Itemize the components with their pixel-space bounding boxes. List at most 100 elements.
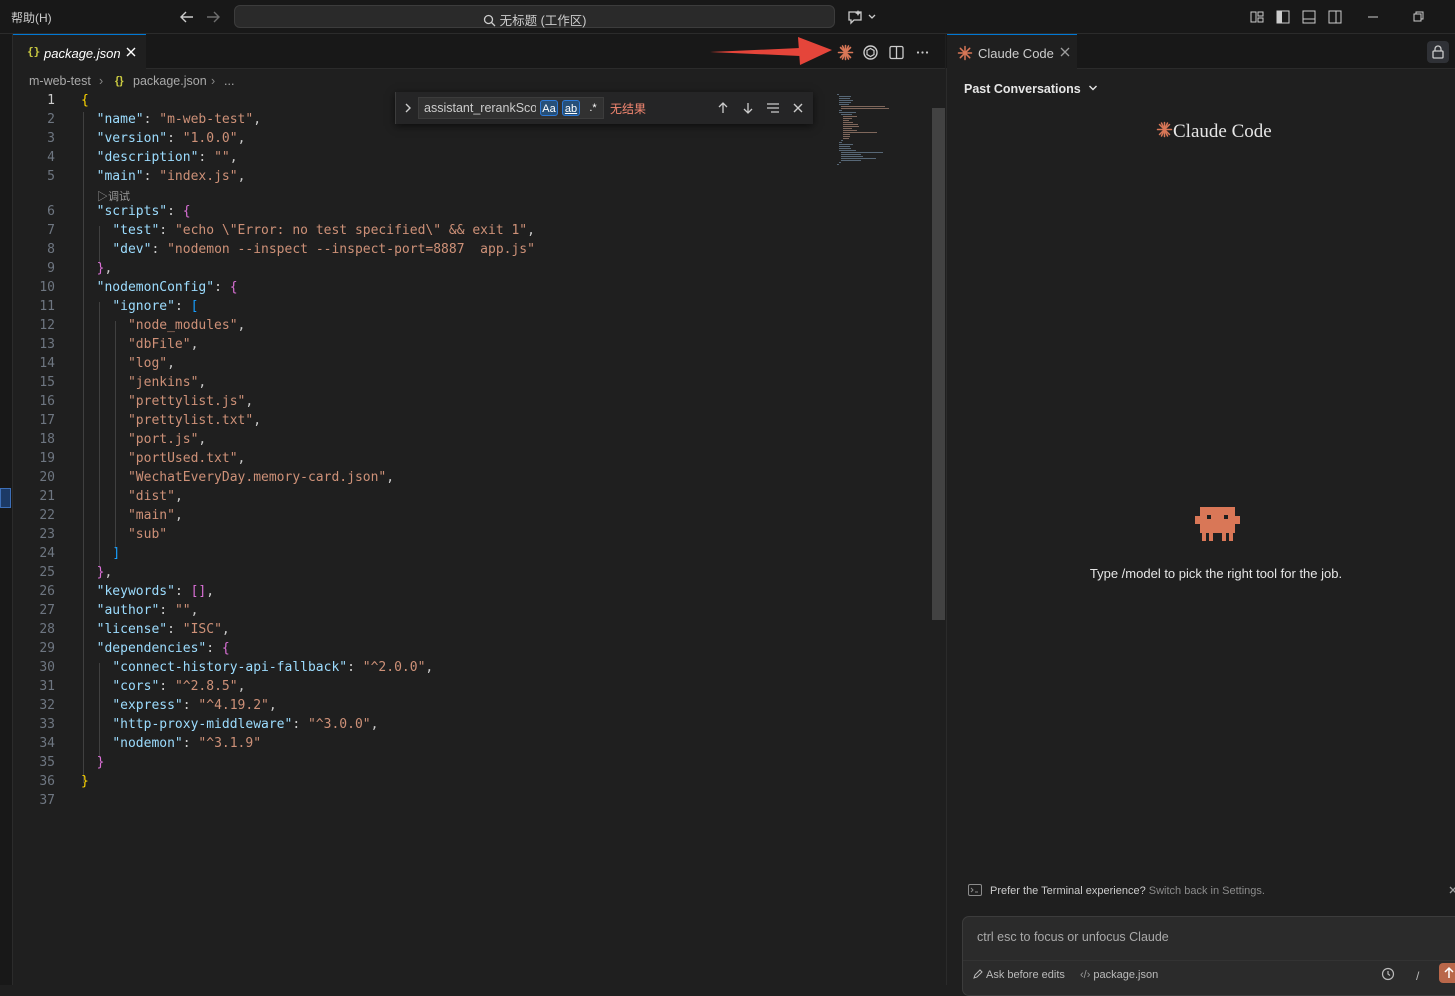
code-line[interactable]: }, [81, 261, 113, 276]
forward-arrow-icon[interactable] [204, 8, 222, 26]
code-line[interactable]: "author": "", [81, 603, 199, 618]
chat-dropdown-icon[interactable] [847, 9, 879, 25]
code-line[interactable]: "jenkins", [81, 375, 206, 390]
find-input[interactable]: assistant_rerankScore Aa ab .* [418, 97, 604, 119]
code-line[interactable]: ] [81, 546, 120, 561]
line-number[interactable]: 33 [13, 717, 55, 732]
code-line[interactable]: "keywords": [], [81, 584, 214, 599]
openai-icon[interactable] [862, 44, 879, 61]
line-number[interactable]: 28 [13, 622, 55, 637]
restore-window-icon[interactable] [1411, 9, 1427, 25]
line-number[interactable]: 3 [13, 131, 55, 146]
minimap[interactable] [833, 92, 931, 172]
code-line[interactable]: "http-proxy-middleware": "^3.0.0", [81, 717, 378, 732]
customize-layout-icon[interactable] [1249, 9, 1265, 25]
code-line[interactable]: "nodemon": "^3.1.9" [81, 736, 261, 751]
line-number[interactable]: 17 [13, 413, 55, 428]
code-line[interactable]: } [81, 755, 105, 770]
back-arrow-icon[interactable] [178, 8, 196, 26]
code-line[interactable]: "version": "1.0.0", [81, 131, 246, 146]
breadcrumb-symbols[interactable]: ... [224, 74, 234, 88]
code-line[interactable]: "main", [81, 508, 183, 523]
edit-mode-toggle[interactable]: Ask before edits [973, 969, 1065, 981]
line-number[interactable]: 16 [13, 394, 55, 409]
line-number[interactable]: 1 [13, 93, 55, 108]
line-number[interactable]: 36 [13, 774, 55, 789]
split-editor-icon[interactable] [888, 44, 905, 61]
line-number[interactable]: 29 [13, 641, 55, 656]
match-case-toggle[interactable]: Aa [540, 100, 558, 116]
regex-toggle[interactable]: .* [584, 100, 602, 116]
line-number[interactable]: 11 [13, 299, 55, 314]
code-line[interactable]: "test": "echo \"Error: no test specified… [81, 223, 535, 238]
line-number[interactable]: 7 [13, 223, 55, 238]
line-number[interactable]: 18 [13, 432, 55, 447]
line-number[interactable]: 35 [13, 755, 55, 770]
code-line[interactable]: "main": "index.js", [81, 169, 246, 184]
past-conversations-dropdown[interactable]: Past Conversations [964, 82, 1098, 96]
line-number[interactable]: 22 [13, 508, 55, 523]
settings-link[interactable]: Switch back in Settings. [1149, 885, 1265, 897]
code-line[interactable]: "port.js", [81, 432, 206, 447]
code-line[interactable]: }, [81, 565, 113, 580]
code-line[interactable]: } [81, 774, 89, 789]
code-line[interactable]: "ignore": [ [81, 299, 198, 314]
minimize-window-icon[interactable] [1365, 9, 1381, 25]
command-center-search[interactable]: 无标题 (工作区) [234, 5, 835, 28]
code-line[interactable]: "cors": "^2.8.5", [81, 679, 245, 694]
line-number[interactable]: 27 [13, 603, 55, 618]
toggle-panel-icon[interactable] [1301, 9, 1317, 25]
prompt-input[interactable]: ctrl esc to focus or unfocus Claude Ask … [962, 916, 1455, 996]
line-number[interactable]: 31 [13, 679, 55, 694]
line-number[interactable]: 26 [13, 584, 55, 599]
line-number[interactable]: 15 [13, 375, 55, 390]
code-line[interactable]: "prettylist.js", [81, 394, 253, 409]
whole-word-toggle[interactable]: ab [562, 100, 580, 116]
line-number[interactable]: 5 [13, 169, 55, 184]
close-icon[interactable] [790, 100, 806, 116]
code-line[interactable]: "log", [81, 356, 175, 371]
close-icon[interactable] [1059, 46, 1071, 58]
code-line[interactable]: "name": "m-web-test", [81, 112, 261, 127]
code-line[interactable]: "dev": "nodemon --inspect --inspect-port… [81, 242, 535, 257]
line-number[interactable]: 21 [13, 489, 55, 504]
line-number[interactable]: 19 [13, 451, 55, 466]
code-line[interactable]: "WechatEveryDay.memory-card.json", [81, 470, 394, 485]
arrow-up-icon[interactable] [715, 100, 731, 116]
code-line[interactable]: "description": "", [81, 150, 238, 165]
code-line[interactable]: { [81, 93, 89, 108]
code-line[interactable]: "license": "ISC", [81, 622, 230, 637]
line-number[interactable]: 34 [13, 736, 55, 751]
line-number[interactable]: 2 [13, 112, 55, 127]
code-line[interactable]: "dbFile", [81, 337, 198, 352]
arrow-down-icon[interactable] [740, 100, 756, 116]
debug-codelens[interactable]: ▷调试 [97, 188, 130, 204]
code-line[interactable]: "dist", [81, 489, 183, 504]
code-line[interactable]: "connect-history-api-fallback": "^2.0.0"… [81, 660, 433, 675]
line-number[interactable]: 6 [13, 204, 55, 219]
line-number[interactable]: 9 [13, 261, 55, 276]
menu-help[interactable]: 帮助(H) [11, 9, 52, 26]
code-line[interactable]: "portUsed.txt", [81, 451, 245, 466]
code-editor[interactable]: ▷调试 1 {2 "name": "m-web-test", 3 "version"… [13, 92, 933, 985]
line-number[interactable]: 8 [13, 242, 55, 257]
line-number[interactable]: 25 [13, 565, 55, 580]
close-icon[interactable] [1448, 884, 1455, 896]
line-number[interactable]: 20 [13, 470, 55, 485]
line-number[interactable]: 12 [13, 318, 55, 333]
line-number[interactable]: 13 [13, 337, 55, 352]
line-number[interactable]: 14 [13, 356, 55, 371]
code-line[interactable]: "dependencies": { [81, 641, 230, 656]
lock-icon[interactable] [1427, 41, 1449, 63]
breadcrumb-folder[interactable]: m-web-test [29, 74, 91, 88]
slash-command-button[interactable]: / [1416, 969, 1419, 983]
history-icon[interactable] [1381, 967, 1395, 981]
line-number[interactable]: 30 [13, 660, 55, 675]
code-line[interactable]: "scripts": { [81, 204, 191, 219]
tab-claude-code[interactable]: Claude Code [947, 34, 1077, 69]
close-icon[interactable] [124, 45, 138, 59]
toggle-primary-sidebar-icon[interactable] [1275, 9, 1291, 25]
breadcrumb-file[interactable]: package.json [133, 74, 207, 88]
line-number[interactable]: 32 [13, 698, 55, 713]
chevron-right-icon[interactable] [401, 100, 415, 116]
